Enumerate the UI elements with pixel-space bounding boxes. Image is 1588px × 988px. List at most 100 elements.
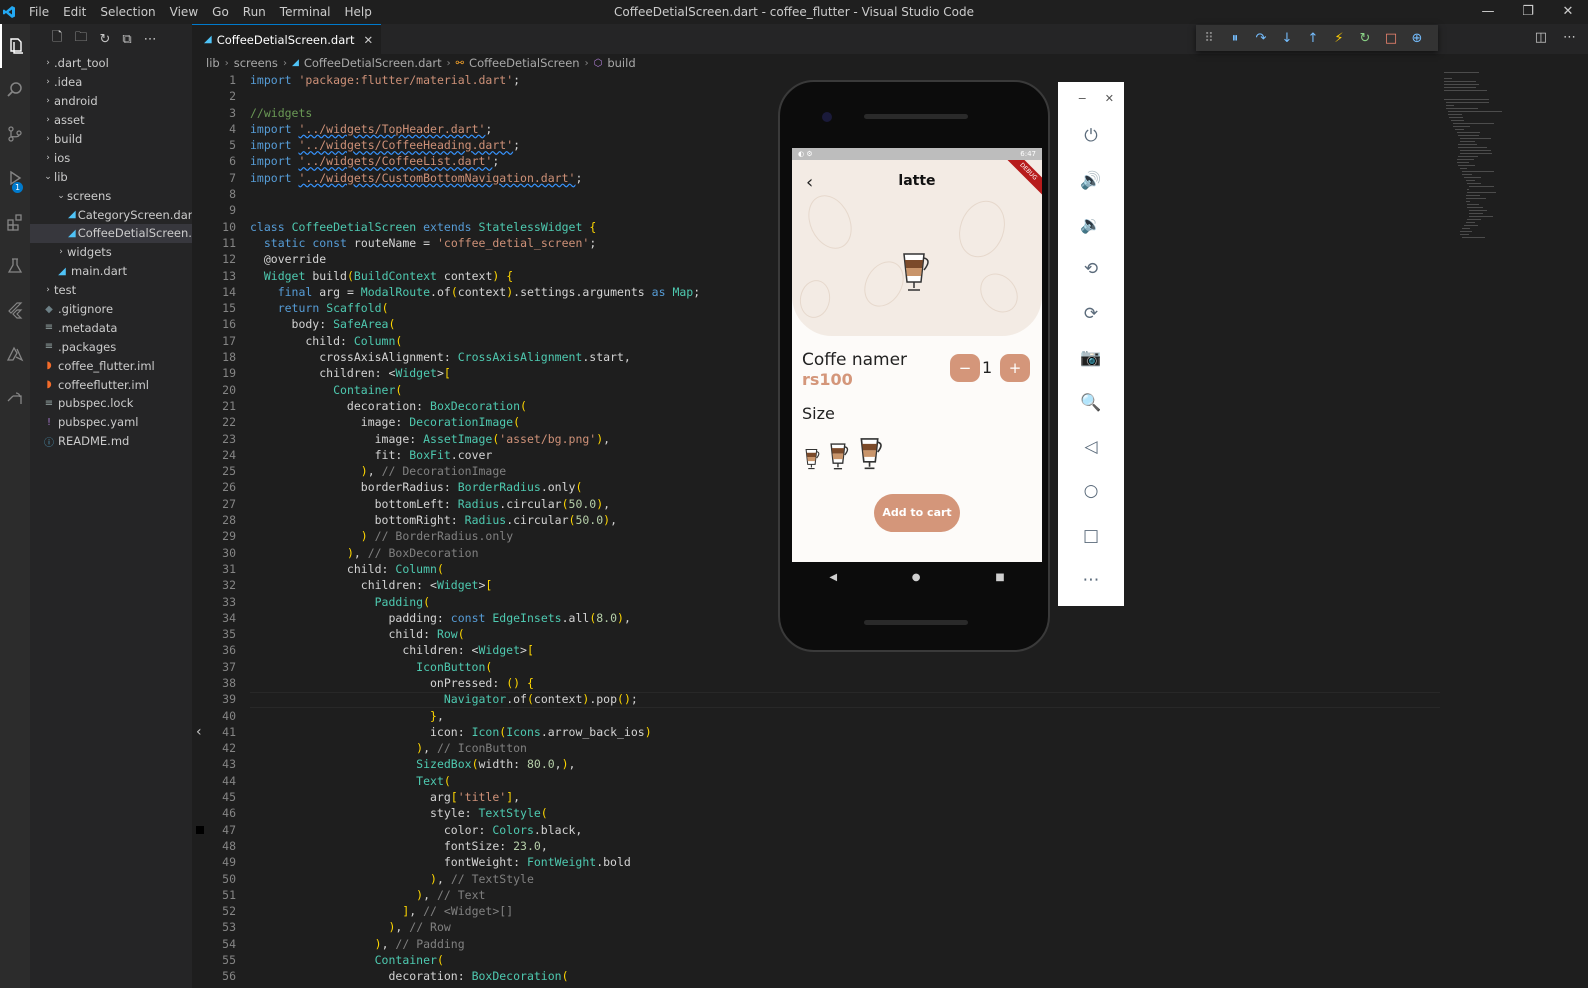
tree-item[interactable]: › .dart_tool [30,54,192,73]
restart-icon[interactable]: ↻ [1352,31,1378,46]
rotate-right-icon[interactable]: ⟳ [1058,292,1124,336]
hot-reload-icon[interactable]: ⚡ [1326,31,1352,46]
code-line[interactable]: 39 Navigator.of(context).pop(); [192,691,1442,707]
menu-terminal[interactable]: Terminal [273,5,338,19]
tree-item[interactable]: ◗ coffeeflutter.iml [30,375,192,394]
step-out-icon[interactable]: ↑ [1300,31,1326,46]
tree-item[interactable]: › test [30,281,192,300]
breadcrumb-screens[interactable]: screens [234,56,278,70]
tree-item[interactable]: ◗ coffee_flutter.iml [30,356,192,375]
search-icon[interactable] [0,68,30,112]
zoom-icon[interactable]: 🔍 [1058,380,1124,424]
remote-explorer-icon[interactable] [0,376,30,420]
rotate-left-icon[interactable]: ⟲ [1058,247,1124,291]
nav-recents-icon[interactable]: ■ [995,572,1004,583]
new-file-icon[interactable]: 🗋 [52,28,62,50]
code-line[interactable]: 48 fontSize: 23.0, [192,838,1442,854]
restore-button[interactable]: ❐ [1508,0,1548,24]
emulator-close-button[interactable]: ✕ [1105,92,1114,105]
refresh-icon[interactable]: ↻ [99,32,110,47]
decrease-qty-button[interactable]: − [950,354,980,382]
testing-icon[interactable] [0,244,30,288]
tab-close-icon[interactable]: ✕ [364,33,374,47]
code-line[interactable]: 56 decoration: BoxDecoration( [192,968,1442,984]
tree-item[interactable]: › .idea [30,73,192,92]
tree-item[interactable]: › widgets [30,243,192,262]
power-icon[interactable]: ⏻ [1058,114,1124,158]
breadcrumb-class[interactable]: CoffeeDetialScreen [469,56,580,70]
code-line[interactable]: 46 style: TextStyle( [192,805,1442,821]
code-line[interactable]: 38 onPressed: () { [192,675,1442,691]
code-line[interactable]: 51 ), // Text [192,887,1442,903]
nav-back-icon[interactable]: ◀ [829,572,837,583]
code-line[interactable]: 55 Container( [192,952,1442,968]
code-line[interactable]: 50 ), // TextStyle [192,871,1442,887]
tree-item[interactable]: › build [30,130,192,149]
menu-edit[interactable]: Edit [56,5,93,19]
code-line[interactable]: 42 ), // IconButton [192,740,1442,756]
tree-item[interactable]: ≡ .packages [30,337,192,356]
tree-item[interactable]: ◆ .gitignore [30,300,192,319]
tree-item[interactable]: ! pubspec.yaml [30,413,192,432]
camera-icon[interactable]: 📷 [1058,336,1124,380]
breadcrumb-file[interactable]: CoffeeDetialScreen.dart [304,56,442,70]
code-line[interactable]: 49 fontWeight: FontWeight.bold [192,854,1442,870]
azure-icon[interactable] [0,332,30,376]
new-folder-icon[interactable]: 🗀 [74,28,87,50]
code-line[interactable]: 52 ], // <Widget>[] [192,903,1442,919]
tree-item[interactable]: ⌄ lib [30,167,192,186]
tree-item[interactable]: › asset [30,111,192,130]
run-debug-icon[interactable]: 1 [0,156,30,200]
tree-item[interactable]: ⓘ README.md [30,432,192,451]
menu-file[interactable]: File [22,5,56,19]
tree-item[interactable]: › ios [30,148,192,167]
drag-handle-icon[interactable]: ⠿ [1196,31,1222,46]
code-line[interactable]: 44 Text( [192,773,1442,789]
code-line[interactable]: 40 }, [192,708,1442,724]
home-icon[interactable]: ○ [1058,469,1124,513]
overview-icon[interactable]: □ [1058,514,1124,558]
menu-help[interactable]: Help [338,5,379,19]
emulator-minimize-button[interactable]: − [1078,92,1087,105]
tree-item[interactable]: ≡ .metadata [30,318,192,337]
step-over-icon[interactable]: ↷ [1248,31,1274,46]
code-line[interactable]: 43 SizedBox(width: 80.0,), [192,756,1442,772]
code-line[interactable]: 37 IconButton( [192,659,1442,675]
tree-item[interactable]: ◢ CategoryScreen.dart [30,205,197,224]
source-control-icon[interactable] [0,112,30,156]
step-into-icon[interactable]: ↓ [1274,31,1300,46]
fold-chevron-icon[interactable]: ‹ [196,724,202,740]
volume-down-icon[interactable]: 🔉 [1058,203,1124,247]
size-large-cup-icon[interactable] [858,434,886,474]
menu-view[interactable]: View [163,5,205,19]
increase-qty-button[interactable]: + [1000,354,1030,382]
minimap[interactable] [1444,72,1562,432]
add-to-cart-button[interactable]: Add to cart [874,494,960,532]
devtools-icon[interactable]: ⊕ [1404,31,1430,46]
back-icon[interactable]: ◁ [1058,425,1124,469]
minimize-button[interactable]: — [1468,0,1508,24]
explorer-icon[interactable] [0,24,30,68]
more-icon[interactable]: ⋯ [1058,558,1124,602]
code-line[interactable]: 47 color: Colors.black, [192,822,1442,838]
tab-coffeedetialscreen[interactable]: ◢ CoffeeDetialScreen.dart ✕ [192,24,382,54]
breadcrumb-method[interactable]: build [607,56,635,70]
pause-icon[interactable]: ⏸ [1222,31,1248,46]
volume-up-icon[interactable]: 🔊 [1058,158,1124,202]
code-line[interactable]: 54 ), // Padding [192,936,1442,952]
size-small-cup-icon[interactable] [804,446,822,474]
editor-more-icon[interactable]: ⋯ [1563,30,1576,45]
close-window-button[interactable]: ✕ [1548,0,1588,24]
stop-icon[interactable]: □ [1378,31,1404,46]
more-actions-icon[interactable]: ⋯ [144,32,157,47]
code-line[interactable]: 53 ), // Row [192,919,1442,935]
split-editor-icon[interactable]: ◫ [1535,30,1547,45]
tree-item[interactable]: ◢ main.dart [30,262,192,281]
size-medium-cup-icon[interactable] [828,440,852,474]
extensions-icon[interactable] [0,200,30,244]
flutter-icon[interactable] [0,288,30,332]
code-line[interactable]: 45 arg['title'], [192,789,1442,805]
tree-item[interactable]: ≡ pubspec.lock [30,394,192,413]
tree-item[interactable]: ⌄ screens [30,186,192,205]
nav-home-icon[interactable]: ● [912,572,921,583]
